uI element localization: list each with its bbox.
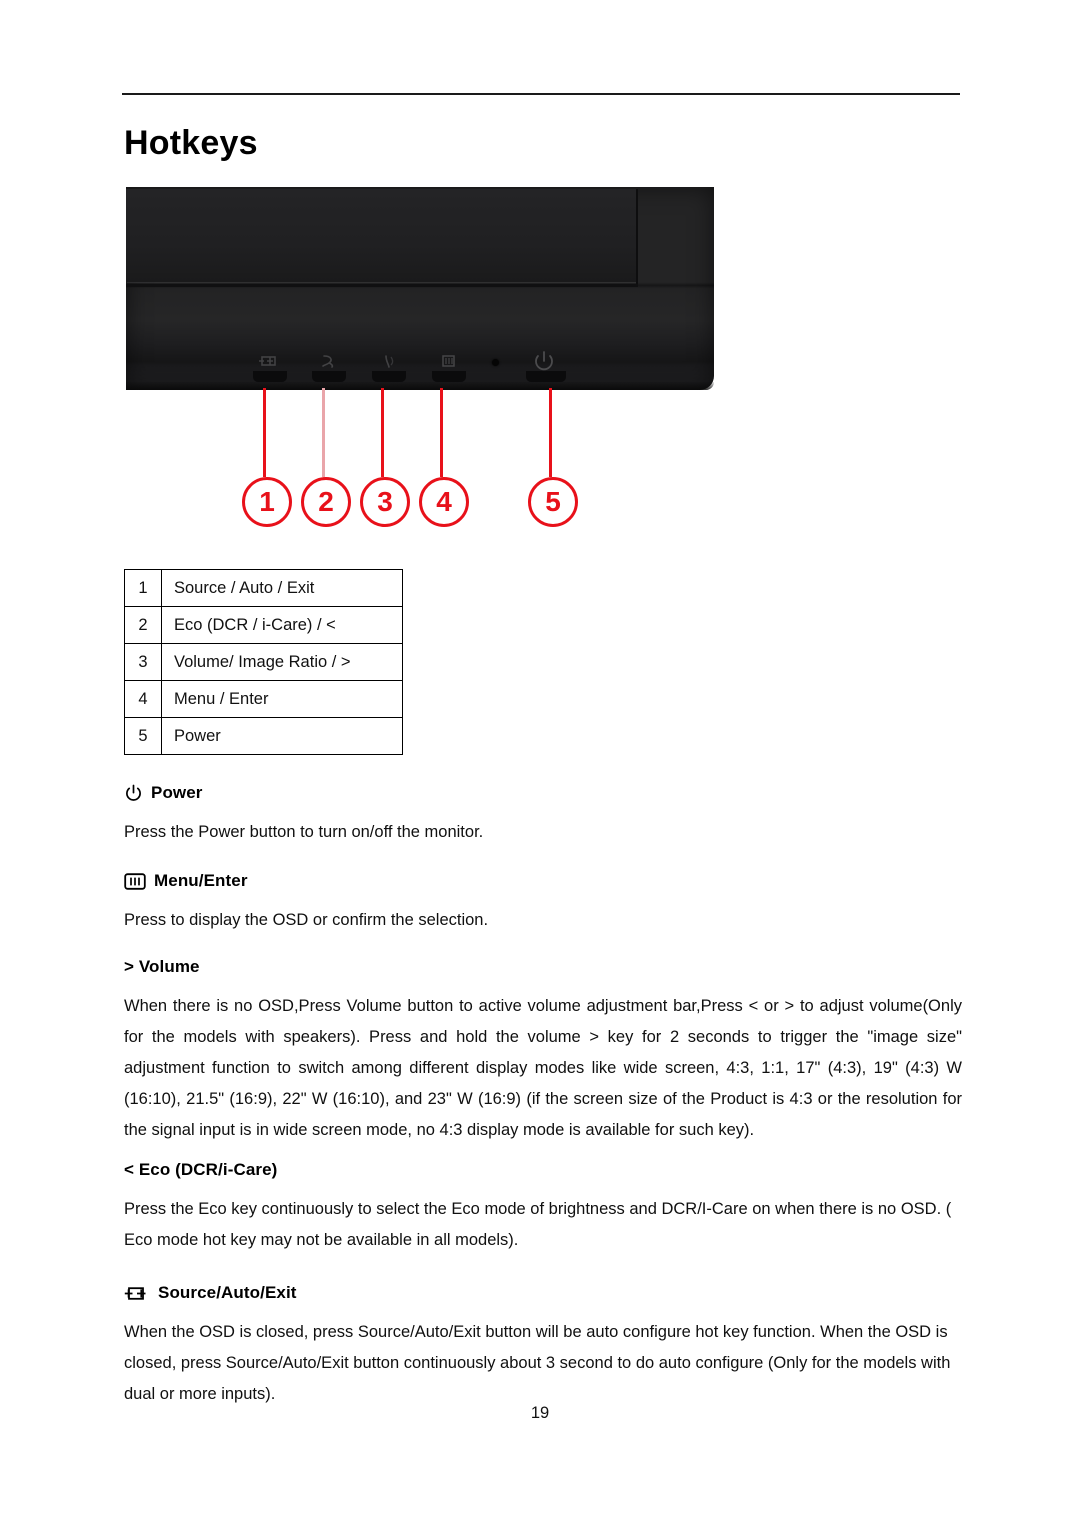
table-cell-description: Power [161,717,403,755]
menu-enter-icon [124,872,146,890]
menu-enter-icon [436,352,462,370]
table-row: 2 Eco (DCR / i-Care) / < [124,606,403,644]
section-heading-label: Power [151,783,203,802]
section-heading-label: > Volume [124,957,200,976]
document-page: Hotkeys 1 2 3 4 5 1 Source / Auto / Exit… [0,0,1080,1527]
table-row: 4 Menu / Enter [124,680,403,718]
button-bump-5 [526,371,566,382]
button-bump-2 [312,371,346,382]
section-heading-label: < Eco (DCR/i-Care) [124,1160,278,1179]
section-body-eco: Press the Eco key continuously to select… [124,1200,952,1249]
section-heading-label: Menu/Enter [154,871,248,890]
button-bump-4 [432,371,466,382]
section-heading-power: Power [124,783,962,803]
section-heading-label: Source/Auto/Exit [158,1283,297,1302]
table-cell-number: 2 [124,606,162,644]
table-cell-number: 5 [124,717,162,755]
section-body-menu-enter: Press to display the OSD or confirm the … [124,911,489,929]
section-menu-enter: Menu/Enter Press to display the OSD or c… [124,871,962,936]
power-led-indicator [492,359,499,366]
page-title: Hotkeys [124,124,258,162]
source-auto-exit-icon [124,1286,150,1301]
volume-icon [376,352,402,370]
callout-circle-3: 3 [360,477,410,527]
source-auto-exit-icon [257,352,283,370]
section-heading-menu-enter: Menu/Enter [124,871,962,891]
callout-circle-2: 2 [301,477,351,527]
callout-circle-1: 1 [242,477,292,527]
callout-line-4 [440,388,443,477]
callout-line-3 [381,388,384,477]
section-heading-source-auto-exit: Source/Auto/Exit [124,1283,962,1303]
monitor-base-shadow [126,382,714,390]
section-source-auto-exit: Source/Auto/Exit When the OSD is closed,… [124,1283,962,1410]
hotkey-table: 1 Source / Auto / Exit 2 Eco (DCR / i-Ca… [124,569,403,755]
table-cell-number: 4 [124,680,162,718]
monitor-screen [126,189,636,282]
button-bump-1 [253,371,287,382]
section-power: Power Press the Power button to turn on/… [124,783,962,848]
power-icon [124,784,143,803]
table-row: 3 Volume/ Image Ratio / > [124,643,403,681]
table-cell-number: 1 [124,569,162,607]
callout-circle-5: 5 [528,477,578,527]
section-eco: < Eco (DCR/i-Care) Press the Eco key con… [124,1160,962,1256]
monitor-screen-edge [636,189,638,285]
callout-circle-4: 4 [419,477,469,527]
table-cell-description: Menu / Enter [161,680,403,718]
table-cell-description: Eco (DCR / i-Care) / < [161,606,403,644]
callout-line-2 [322,388,325,477]
table-cell-description: Source / Auto / Exit [161,569,403,607]
section-body-power: Press the Power button to turn on/off th… [124,823,484,841]
callout-line-1 [263,388,266,477]
table-cell-number: 3 [124,643,162,681]
eco-icon [316,352,342,370]
table-cell-description: Volume/ Image Ratio / > [161,643,403,681]
section-body-volume: When there is no OSD,Press Volume button… [124,997,962,1139]
section-heading-eco: < Eco (DCR/i-Care) [124,1160,962,1180]
section-body-source-auto-exit: When the OSD is closed, press Source/Aut… [124,1323,951,1403]
monitor-bezel-seam [126,284,638,287]
header-rule [122,93,960,95]
monitor-front-panel-photo [126,187,714,390]
button-bump-3 [372,371,406,382]
power-icon [529,350,559,372]
callout-line-5 [549,388,552,477]
table-row: 5 Power [124,717,403,755]
section-volume: > Volume When there is no OSD,Press Volu… [124,957,962,1146]
page-number: 19 [530,1404,550,1422]
section-heading-volume: > Volume [124,957,962,977]
table-row: 1 Source / Auto / Exit [124,569,403,607]
